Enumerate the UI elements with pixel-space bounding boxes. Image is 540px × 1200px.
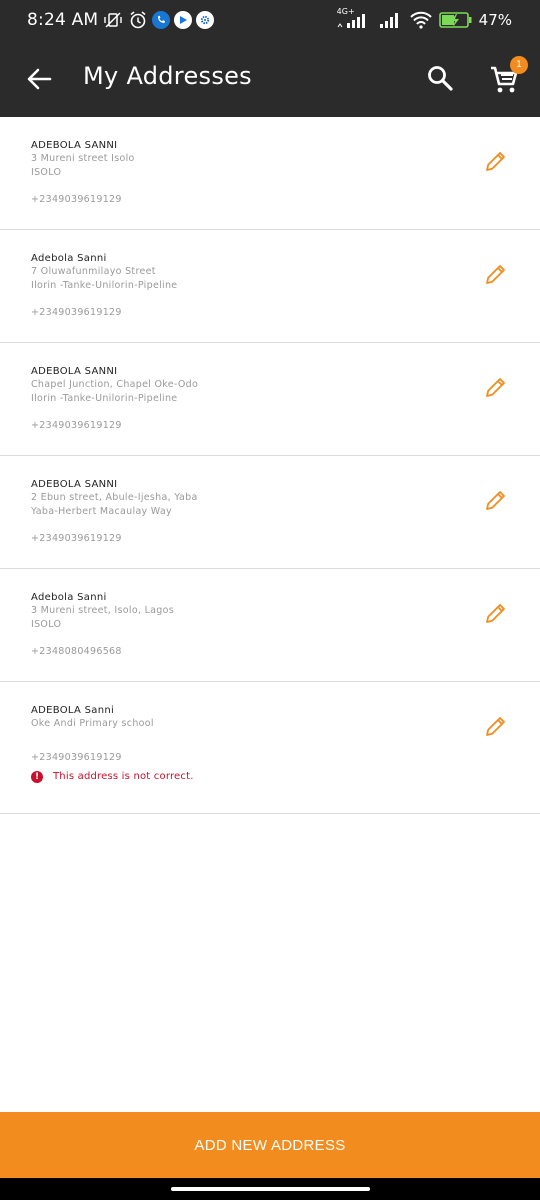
pencil-icon [486,152,505,171]
address-phone: +2349039619129 [31,420,122,431]
address-line-2: ISOLO [31,618,62,630]
address-phone: +2349039619129 [31,307,122,318]
address-name: Adebola Sanni [31,253,107,264]
address-name: ADEBOLA SANNI [31,366,118,377]
app-bar: My Addresses 1 [0,40,540,117]
address-error: ! This address is not correct. [31,770,540,783]
edit-address-button[interactable] [484,375,508,399]
pencil-icon [486,378,505,397]
home-indicator[interactable] [171,1187,370,1191]
vibrate-off-icon [102,11,124,29]
address-line-1: Chapel Junction, Chapel Oke-Odo [31,379,199,390]
pencil-icon [486,491,505,510]
address-line-1: Oke Andi Primary school [31,718,154,729]
address-name: ADEBOLA Sanni [31,705,115,716]
error-message: This address is not correct. [53,771,194,782]
address-line-1: 2 Ebun street, Abule-Ijesha, Yaba [31,492,198,503]
arrow-left-icon [27,68,52,90]
pencil-icon [486,717,505,736]
address-line-2: ISOLO [31,166,62,178]
status-left-icons [102,10,215,30]
address-phone: +2349039619129 [31,751,122,763]
address-line-1: 3 Mureni street Isolo [31,153,135,164]
status-bar: 8:24 AM 4G+ 47% [0,0,540,40]
address-card[interactable]: ADEBOLA SANNI Chapel Junction, Chapel Ok… [0,343,540,456]
edit-address-button[interactable] [484,714,508,738]
address-name: Adebola Sanni [31,592,107,603]
back-button[interactable] [24,64,54,94]
signal-icon [379,11,403,29]
address-card[interactable]: ADEBOLA Sanni Oke Andi Primary school +2… [0,682,540,814]
battery-charging-icon [438,11,473,29]
edit-address-button[interactable] [484,488,508,512]
phone-app-icon [152,11,171,29]
address-card[interactable]: ADEBOLA SANNI 3 Mureni street Isolo ISOL… [0,117,540,230]
address-line-2: Yaba-Herbert Macaulay Way [31,505,172,517]
wifi-icon [409,11,433,29]
settings-app-icon [196,11,215,29]
error-icon: ! [31,770,43,783]
address-line-2: Ilorin -Tanke-Unilorin-Pipeline [31,279,178,291]
address-line-2: Ilorin -Tanke-Unilorin-Pipeline [31,392,178,404]
cart-count-badge: 1 [510,56,528,74]
battery-percent: 47% [478,11,512,29]
address-name: ADEBOLA SANNI [31,140,118,151]
system-nav-bar [0,1178,540,1200]
status-right: 4G+ 47% [337,7,512,30]
address-card[interactable]: Adebola Sanni 7 Oluwafunmilayo Street Il… [0,230,540,343]
address-phone: +2348080496568 [31,646,122,657]
add-new-address-button[interactable]: ADD NEW ADDRESS [0,1112,540,1178]
edit-address-button[interactable] [484,149,508,173]
cart-button[interactable]: 1 [488,56,528,96]
edit-address-button[interactable] [484,262,508,286]
address-card[interactable]: Adebola Sanni 3 Mureni street, Isolo, La… [0,569,540,682]
address-phone: +2349039619129 [31,533,122,544]
search-icon [428,66,453,91]
pencil-icon [486,604,505,623]
pencil-icon [486,265,505,284]
signal-4g-icon: 4G+ [337,7,373,30]
page-title: My Addresses [83,62,252,90]
status-time: 8:24 AM [27,10,99,30]
edit-address-button[interactable] [484,601,508,625]
address-card[interactable]: ADEBOLA SANNI 2 Ebun street, Abule-Ijesh… [0,456,540,569]
address-line-1: 3 Mureni street, Isolo, Lagos [31,605,174,616]
play-store-icon [174,11,193,29]
search-button[interactable] [424,62,456,94]
address-name: ADEBOLA SANNI [31,479,118,490]
address-list: ADEBOLA SANNI 3 Mureni street Isolo ISOL… [0,117,540,814]
address-line-1: 7 Oluwafunmilayo Street [31,266,156,277]
alarm-icon [128,10,148,30]
address-phone: +2349039619129 [31,194,122,205]
